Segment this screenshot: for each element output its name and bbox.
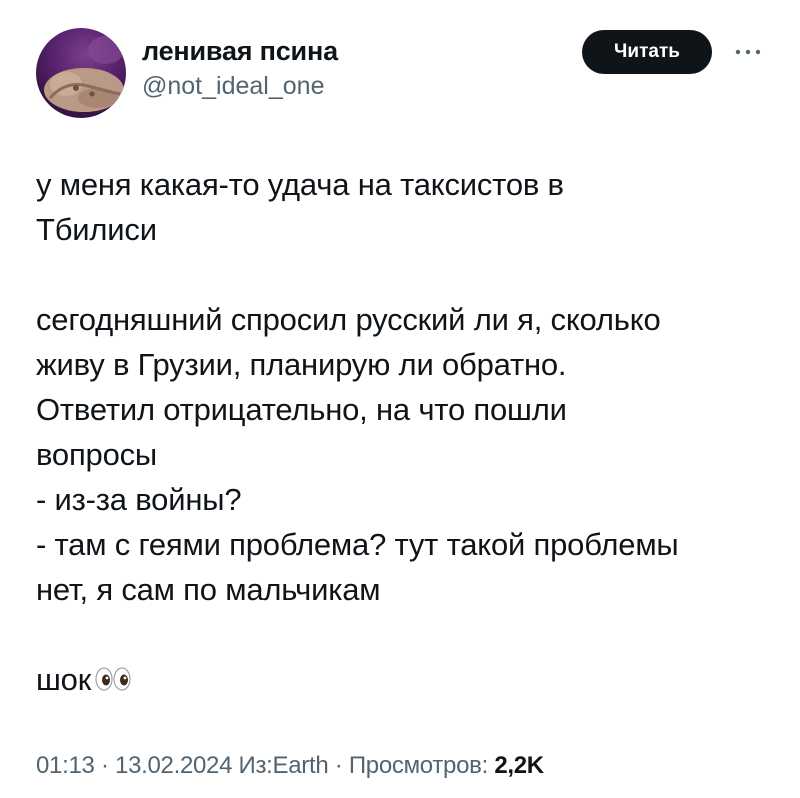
user-handle[interactable]: @not_ideal_one	[142, 70, 338, 102]
paragraph-1: у меня какая-то удача на таксистов в Тби…	[36, 162, 776, 252]
avatar-photo-icon	[44, 36, 124, 112]
text-line: шок	[36, 662, 92, 697]
paragraph-2: сегодняшний спросил русский ли я, скольк…	[36, 297, 776, 612]
tweet-card: ленивая псина @not_ideal_one Читать у ме…	[0, 0, 800, 798]
tweet-time[interactable]: 01:13	[36, 752, 95, 779]
tweet-source: Из:Earth	[238, 752, 329, 779]
text-line: вопросы	[36, 437, 158, 472]
views-count[interactable]: 2,2K	[494, 752, 544, 779]
text-line: - там с геями проблема? тут такой пробле…	[36, 527, 679, 562]
text-line: Ответил отрицательно, на что пошли	[36, 392, 567, 427]
author-names: ленивая псина @not_ideal_one	[142, 34, 338, 102]
tweet-date[interactable]: 13.02.2024	[115, 752, 232, 779]
follow-button[interactable]: Читать	[582, 30, 712, 74]
text-line: нет, я сам по мальчикам	[36, 572, 381, 607]
text-line: Тбилиси	[36, 212, 157, 247]
text-line: у меня какая-то удача на таксистов в	[36, 167, 564, 202]
tweet-text: у меня какая-то удача на таксистов в Тби…	[36, 162, 776, 704]
paragraph-3: шок	[36, 657, 776, 704]
meta-separator: ·	[334, 752, 343, 779]
more-button[interactable]	[728, 34, 768, 70]
more-dots-icon	[735, 49, 761, 55]
avatar[interactable]	[36, 28, 126, 118]
eyes-emoji-icon	[95, 659, 131, 704]
text-line: сегодняшний спросил русский ли я, скольк…	[36, 302, 661, 337]
tweet-meta: 01:13 · 13.02.2024 Из:Earth · Просмотров…	[36, 752, 544, 780]
meta-separator: ·	[100, 752, 109, 779]
display-name[interactable]: ленивая псина	[142, 34, 338, 68]
text-line: - из-за войны?	[36, 482, 242, 517]
tweet-header: ленивая псина @not_ideal_one Читать	[36, 28, 776, 118]
views-label: Просмотров:	[348, 752, 488, 779]
text-line: живу в Грузии, планирую ли обратно.	[36, 347, 567, 382]
